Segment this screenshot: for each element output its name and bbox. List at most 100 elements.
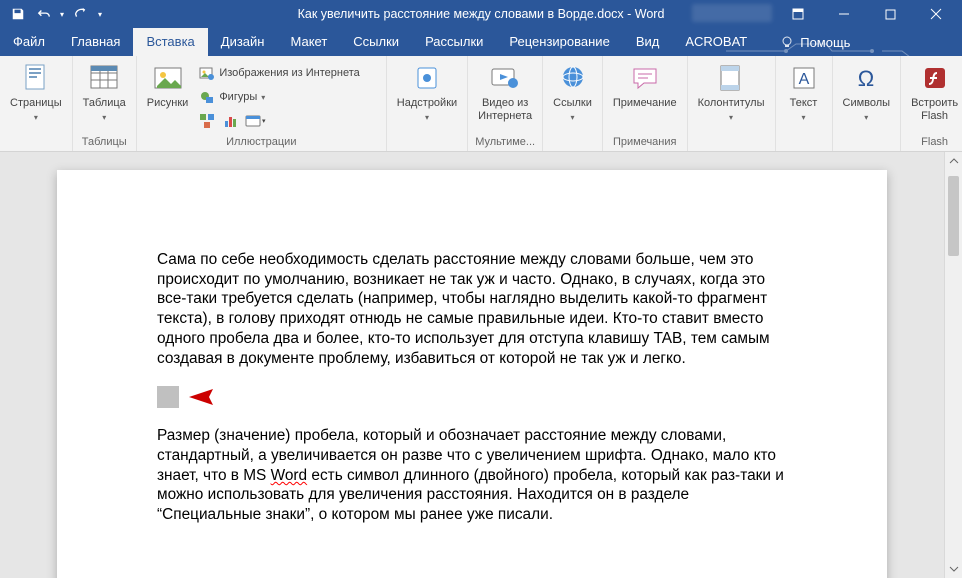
screenshot-icon <box>245 113 261 129</box>
shapes-icon <box>199 89 215 105</box>
chevron-down-icon: ▾ <box>802 113 806 122</box>
paragraph-1[interactable]: Сама по себе необходимость сделать расст… <box>157 250 787 368</box>
maximize-button[interactable] <box>868 0 912 28</box>
tab-review[interactable]: Рецензирование <box>496 28 622 56</box>
group-addins-label <box>393 135 461 151</box>
group-symbols: Ω Символы ▾ <box>833 56 902 151</box>
scroll-thumb[interactable] <box>948 176 959 256</box>
text-label: Текст <box>790 97 818 110</box>
chevron-down-icon: ▾ <box>262 117 266 125</box>
document-page[interactable]: Сама по себе необходимость сделать расст… <box>57 170 887 578</box>
symbols-button[interactable]: Ω Символы ▾ <box>839 60 895 124</box>
save-button[interactable] <box>6 2 30 26</box>
comment-label: Примечание <box>613 97 677 110</box>
online-pictures-button[interactable]: Изображения из Интернета <box>196 62 362 84</box>
headerfooter-icon <box>715 62 747 94</box>
chart-icon <box>223 113 239 129</box>
decorative-circuit <box>720 42 952 60</box>
redo-button[interactable] <box>68 2 92 26</box>
tab-insert[interactable]: Вставка <box>133 28 207 56</box>
smartart-icon <box>199 113 215 129</box>
tab-references[interactable]: Ссылки <box>340 28 412 56</box>
links-button[interactable]: Ссылки ▾ <box>549 60 596 124</box>
tab-mailings[interactable]: Рассылки <box>412 28 496 56</box>
symbols-label: Символы <box>843 97 891 110</box>
group-addins: Надстройки ▾ <box>387 56 468 151</box>
svg-text:Ω: Ω <box>858 66 874 91</box>
ribbon-display-options-button[interactable] <box>776 0 820 28</box>
pages-label: Страницы <box>10 97 62 110</box>
quick-access-toolbar: ▾ ▾ <box>0 2 102 26</box>
shapes-button[interactable]: Фигуры ▾ <box>196 86 362 108</box>
ribbon: Страницы ▾ Таблица ▾ Таблицы Рисунки <box>0 56 962 152</box>
qat-customize-icon[interactable]: ▾ <box>98 10 102 19</box>
pictures-label: Рисунки <box>147 97 189 110</box>
paragraph-2-word: Word <box>271 467 308 484</box>
tab-layout[interactable]: Макет <box>277 28 340 56</box>
headerfooter-button[interactable]: Колонтитулы ▾ <box>694 60 769 124</box>
vertical-scrollbar <box>944 152 962 578</box>
group-illustrations: Рисунки Изображения из Интернета Фигуры … <box>137 56 387 151</box>
smartart-button[interactable] <box>196 110 218 132</box>
group-tables: Таблица ▾ Таблицы <box>73 56 137 151</box>
group-comments: Примечание Примечания <box>603 56 688 151</box>
group-flash-label: Flash <box>907 135 962 151</box>
group-pages: Страницы ▾ <box>0 56 73 151</box>
paragraph-2[interactable]: Размер (значение) пробела, который и обо… <box>157 426 787 525</box>
undo-dropdown-icon[interactable]: ▾ <box>60 10 64 19</box>
chevron-down-icon: ▾ <box>261 93 265 102</box>
group-comments-label: Примечания <box>609 135 681 151</box>
selected-space-icon <box>157 386 179 408</box>
embed-flash-button[interactable]: Встроить Flash <box>907 60 962 124</box>
text-button[interactable]: A Текст ▾ <box>782 60 826 124</box>
group-media: Видео из Интернета Мультиме... <box>468 56 543 151</box>
window-title: Как увеличить расстояние между словами в… <box>298 7 665 21</box>
tab-view[interactable]: Вид <box>623 28 673 56</box>
group-headerfooter: Колонтитулы ▾ <box>688 56 776 151</box>
chevron-down-icon: ▾ <box>729 113 733 122</box>
links-label: Ссылки <box>553 97 592 110</box>
tab-design[interactable]: Дизайн <box>208 28 278 56</box>
group-symbols-label <box>839 135 895 151</box>
pictures-icon <box>152 62 184 94</box>
online-video-label: Видео из Интернета <box>478 97 532 122</box>
group-headerfooter-label <box>694 135 769 151</box>
table-button[interactable]: Таблица ▾ <box>79 60 130 124</box>
scroll-track[interactable] <box>945 170 962 560</box>
group-text: A Текст ▾ <box>776 56 833 151</box>
text-icon: A <box>788 62 820 94</box>
ribbon-tabs: Файл Главная Вставка Дизайн Макет Ссылки… <box>0 28 962 56</box>
symbols-icon: Ω <box>850 62 882 94</box>
chevron-up-icon <box>949 156 959 166</box>
document-workspace: Сама по себе необходимость сделать расст… <box>0 152 962 578</box>
online-video-button[interactable]: Видео из Интернета <box>474 60 536 124</box>
links-icon <box>557 62 589 94</box>
group-pages-label <box>6 135 66 151</box>
chevron-down-icon: ▾ <box>34 113 38 122</box>
svg-text:A: A <box>798 71 809 88</box>
table-label: Таблица <box>83 97 126 110</box>
pictures-button[interactable]: Рисунки <box>143 60 193 112</box>
group-tables-label: Таблицы <box>79 135 130 151</box>
minimize-button[interactable] <box>822 0 866 28</box>
scroll-down-button[interactable] <box>945 560 962 578</box>
scroll-up-button[interactable] <box>945 152 962 170</box>
flash-label: Встроить Flash <box>911 97 958 122</box>
undo-button[interactable] <box>32 2 56 26</box>
tab-file[interactable]: Файл <box>0 28 58 56</box>
tab-home[interactable]: Главная <box>58 28 133 56</box>
comment-icon <box>629 62 661 94</box>
group-text-label <box>782 135 826 151</box>
selection-indicator <box>157 386 787 408</box>
screenshot-button[interactable]: ▾ <box>244 110 266 132</box>
addins-button[interactable]: Надстройки ▾ <box>393 60 461 124</box>
chevron-down-icon: ▾ <box>864 113 868 122</box>
pages-button[interactable]: Страницы ▾ <box>6 60 66 124</box>
chevron-down-icon: ▾ <box>425 113 429 122</box>
page-container: Сама по себе необходимость сделать расст… <box>0 152 944 578</box>
chart-button[interactable] <box>220 110 242 132</box>
close-button[interactable] <box>914 0 958 28</box>
comment-button[interactable]: Примечание <box>609 60 681 112</box>
arrow-annotation-icon <box>187 387 357 407</box>
addins-label: Надстройки <box>397 97 457 110</box>
